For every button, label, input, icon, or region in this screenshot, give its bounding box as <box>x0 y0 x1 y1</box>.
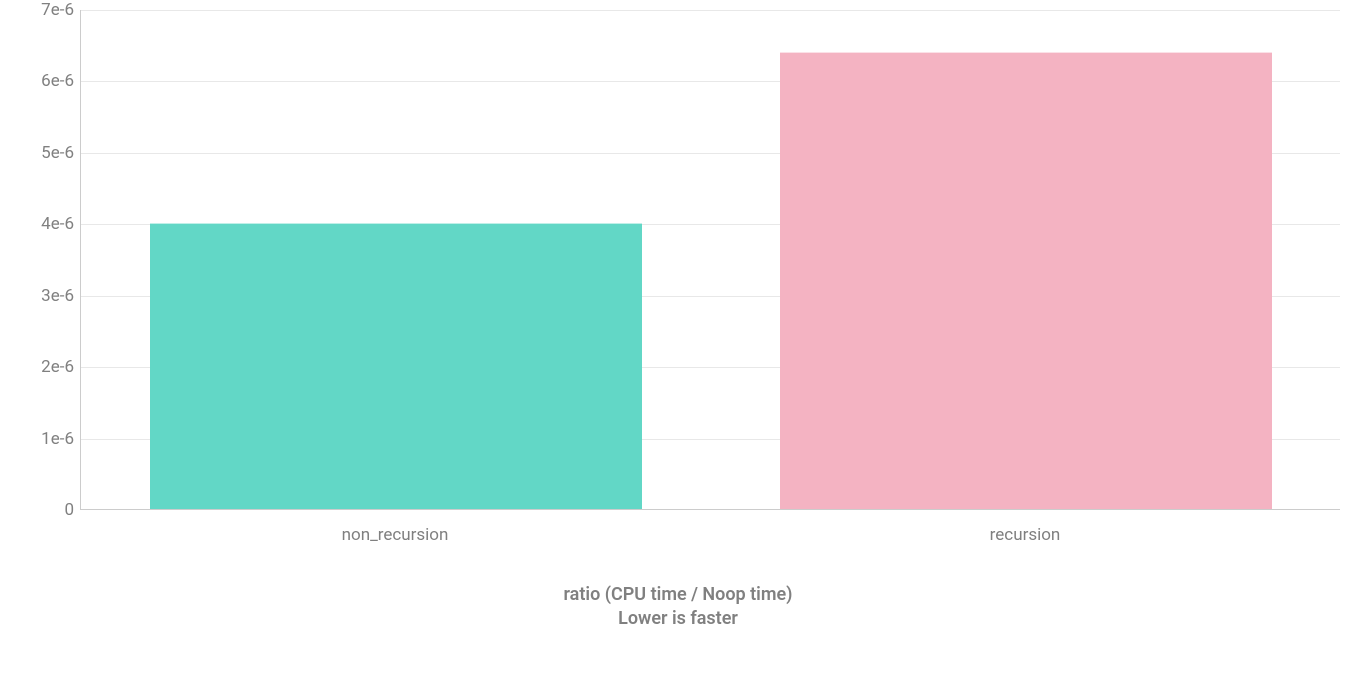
y-tick-label: 0 <box>14 500 74 520</box>
bar-recursion <box>780 52 1271 509</box>
plot-area <box>80 10 1340 510</box>
x-axis-title-line2: Lower is faster <box>0 607 1356 631</box>
y-tick-label: 3e-6 <box>14 286 74 306</box>
y-tick-label: 2e-6 <box>14 357 74 377</box>
x-tick-label: recursion <box>990 525 1061 545</box>
x-axis-title: ratio (CPU time / Noop time) Lower is fa… <box>0 583 1356 632</box>
x-axis-title-line1: ratio (CPU time / Noop time) <box>0 583 1356 607</box>
x-tick-label: non_recursion <box>342 525 449 545</box>
y-tick-label: 4e-6 <box>14 214 74 234</box>
gridline <box>81 10 1340 11</box>
y-tick-label: 6e-6 <box>14 71 74 91</box>
y-tick-label: 7e-6 <box>14 0 74 20</box>
y-tick-label: 5e-6 <box>14 143 74 163</box>
y-tick-label: 1e-6 <box>14 429 74 449</box>
bar-chart: ratio (CPU time / Noop time) Lower is fa… <box>0 0 1356 678</box>
bar-non_recursion <box>150 223 641 509</box>
